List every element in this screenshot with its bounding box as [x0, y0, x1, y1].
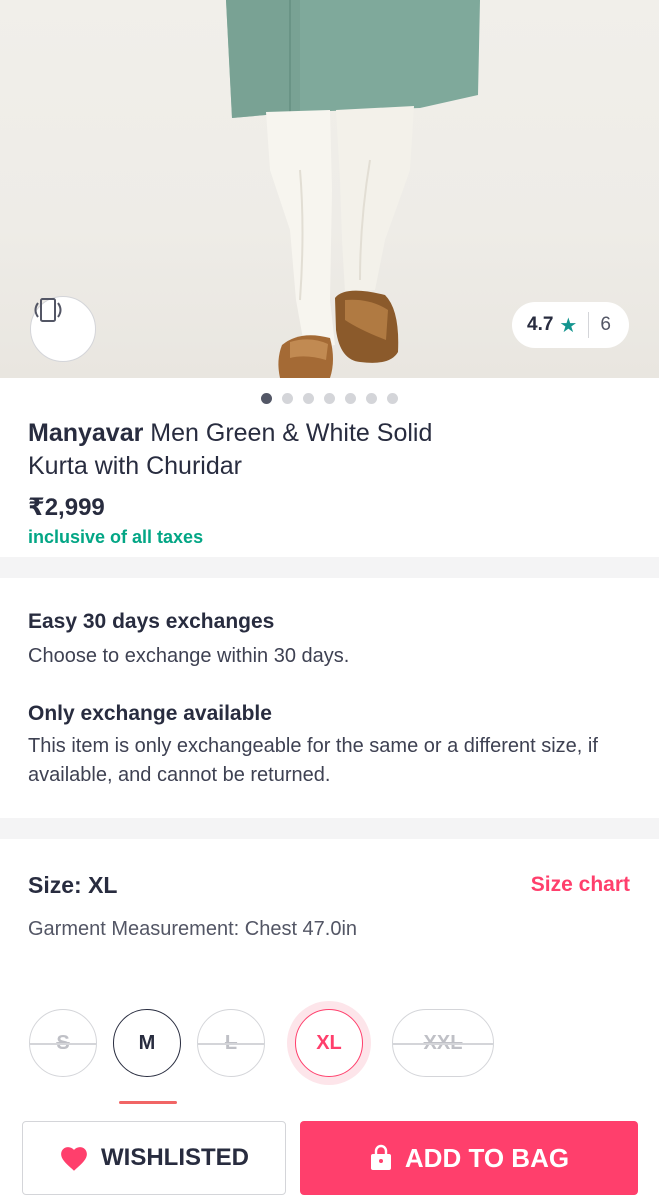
return-policy-text: This item is only exchangeable for the s… — [28, 735, 598, 786]
product-title: Manyavar Men Green & White Solid Kurta w… — [28, 417, 548, 483]
carousel-dot[interactable] — [282, 393, 293, 404]
size-option-label: XXL — [423, 1031, 463, 1054]
size-option-label: M — [138, 1031, 156, 1054]
view-360-button[interactable] — [30, 296, 96, 362]
return-policy-title: Only exchange available — [28, 702, 272, 725]
size-option-label: XL — [316, 1031, 342, 1054]
rating-value: 4.7 — [527, 314, 554, 335]
size-option-xxl[interactable]: XXL — [392, 1009, 494, 1077]
product-name-line1: Men Green & White Solid — [143, 419, 433, 447]
heart-icon — [61, 1146, 87, 1171]
selected-size-label: Size: XL — [28, 872, 118, 898]
size-option-s[interactable]: S — [29, 1009, 97, 1077]
rating-badge[interactable]: 4.7 ★ 6 — [512, 302, 629, 348]
image-carousel-indicator — [261, 393, 398, 404]
size-option-m[interactable]: M — [113, 1009, 181, 1077]
product-image[interactable]: 4.7 ★ 6 — [0, 0, 659, 378]
brand-name: Manyavar — [28, 419, 144, 447]
exchange-policy-text: Choose to exchange within 30 days. — [28, 645, 350, 667]
wishlist-label: WISHLISTED — [101, 1144, 249, 1171]
garment-measurement: Garment Measurement: Chest 47.0in — [28, 918, 358, 940]
size-option-xl[interactable]: XL — [295, 1009, 363, 1077]
section-divider — [0, 557, 659, 578]
wishlist-button[interactable]: WISHLISTED — [22, 1121, 286, 1195]
rotate-360-icon — [34, 298, 62, 322]
size-chart-link[interactable]: Size chart — [531, 873, 630, 897]
bag-lock-icon — [370, 1144, 391, 1170]
star-icon: ★ — [559, 314, 578, 337]
size-option-label: S — [56, 1031, 70, 1054]
product-name-line2: Kurta with Churidar — [28, 452, 242, 480]
size-option-label: L — [224, 1031, 238, 1054]
add-to-bag-button[interactable]: ADD TO BAG — [300, 1121, 638, 1195]
bottom-action-bar: WISHLISTED ADD TO BAG — [0, 1108, 659, 1200]
rating-count: 6 — [600, 314, 611, 335]
carousel-dot[interactable] — [366, 393, 377, 404]
tax-note: inclusive of all taxes — [28, 527, 204, 547]
size-option-l[interactable]: L — [197, 1009, 265, 1077]
carousel-dot[interactable] — [387, 393, 398, 404]
exchange-policy-title: Easy 30 days exchanges — [28, 610, 275, 633]
add-to-bag-label: ADD TO BAG — [404, 1142, 570, 1173]
section-divider — [0, 818, 659, 839]
carousel-dot[interactable] — [261, 393, 272, 404]
carousel-dot[interactable] — [345, 393, 356, 404]
low-stock-indicator — [119, 1101, 177, 1104]
rating-separator — [588, 312, 590, 338]
carousel-dot[interactable] — [303, 393, 314, 404]
carousel-dot[interactable] — [324, 393, 335, 404]
product-price: ₹2,999 — [28, 494, 105, 521]
